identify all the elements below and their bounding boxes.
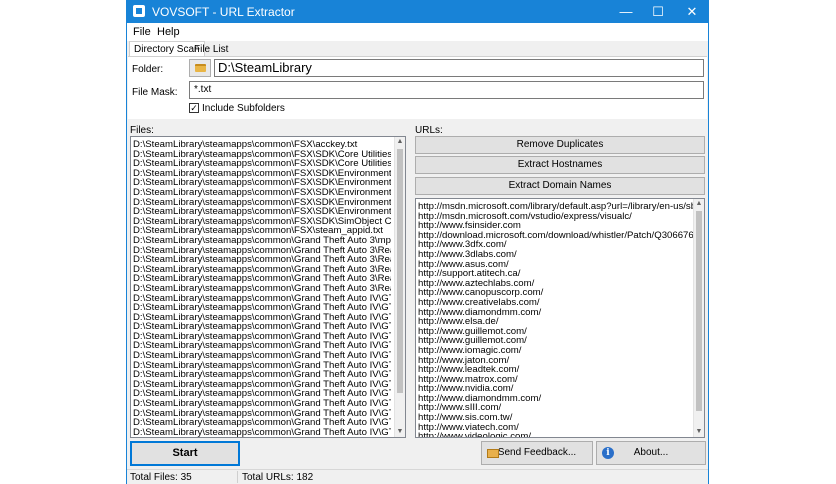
maximize-button[interactable]: ☐ [642, 0, 674, 23]
directory-scan-panel: Folder: D:\SteamLibrary File Mask: *.txt… [128, 56, 707, 119]
files-lines: D:\SteamLibrary\steamapps\common\FSX\acc… [133, 140, 391, 437]
menu-help[interactable]: Help [157, 26, 180, 38]
file-mask-input[interactable]: *.txt [189, 81, 704, 99]
window-title: VOVSOFT - URL Extractor [152, 5, 295, 19]
send-feedback-button[interactable]: Send Feedback... [481, 441, 593, 465]
include-subfolders-checkbox[interactable]: ✓ [189, 103, 199, 113]
folder-label: Folder: [132, 64, 164, 75]
tab-strip: Directory Scan File List [127, 41, 708, 57]
total-files-status: Total Files: 35 [130, 472, 192, 483]
app-window: VOVSOFT - URL Extractor — ☐ ✕ File Help … [126, 0, 709, 484]
include-subfolders-label[interactable]: Include Subfolders [202, 103, 285, 114]
urls-label: URLs: [415, 125, 443, 136]
about-button[interactable]: i About... [596, 441, 706, 465]
file-mask-label: File Mask: [132, 87, 178, 98]
folder-icon [195, 64, 206, 72]
title-bar[interactable]: VOVSOFT - URL Extractor — ☐ ✕ [127, 0, 708, 23]
scroll-down-icon[interactable]: ▼ [694, 427, 704, 437]
remove-duplicates-button[interactable]: Remove Duplicates [415, 136, 705, 154]
info-icon: i [602, 447, 614, 459]
total-urls-status: Total URLs: 182 [242, 472, 314, 483]
about-label: About... [633, 447, 669, 458]
urls-listbox[interactable]: http://msdn.microsoft.com/library/defaul… [415, 198, 705, 438]
extract-domain-names-button[interactable]: Extract Domain Names [415, 177, 705, 195]
extract-hostnames-button[interactable]: Extract Hostnames [415, 156, 705, 174]
app-icon [133, 5, 145, 17]
scroll-up-icon[interactable]: ▲ [395, 137, 405, 147]
urls-scrollbar[interactable]: ▲ ▼ [693, 199, 704, 437]
panel-splitter[interactable] [408, 124, 412, 439]
url-list-item[interactable]: http://www.videologic.com/ [418, 432, 696, 437]
files-scrollbar[interactable]: ▲ ▼ [394, 137, 405, 437]
close-button[interactable]: ✕ [676, 0, 708, 23]
mail-icon [487, 449, 499, 458]
menu-bar: File Help [127, 23, 708, 41]
folder-input[interactable]: D:\SteamLibrary [214, 59, 704, 77]
menu-file[interactable]: File [133, 26, 151, 38]
file-list-item[interactable]: D:\SteamLibrary\steamapps\common\Grand T… [133, 428, 391, 437]
start-button[interactable]: Start [130, 441, 240, 466]
minimize-button[interactable]: — [610, 0, 642, 23]
scroll-up-icon[interactable]: ▲ [694, 199, 704, 209]
scroll-down-icon[interactable]: ▼ [395, 427, 405, 437]
browse-folder-button[interactable] [189, 59, 211, 77]
urls-lines: http://msdn.microsoft.com/library/defaul… [418, 202, 696, 437]
urls-scroll-thumb[interactable] [696, 211, 702, 411]
status-bar: Total Files: 35 Total URLs: 182 [127, 469, 708, 484]
files-scroll-thumb[interactable] [397, 149, 403, 393]
files-label: Files: [130, 125, 154, 136]
send-feedback-label: Send Feedback... [497, 447, 577, 458]
files-listbox[interactable]: D:\SteamLibrary\steamapps\common\FSX\acc… [130, 136, 406, 438]
status-divider [237, 471, 238, 483]
